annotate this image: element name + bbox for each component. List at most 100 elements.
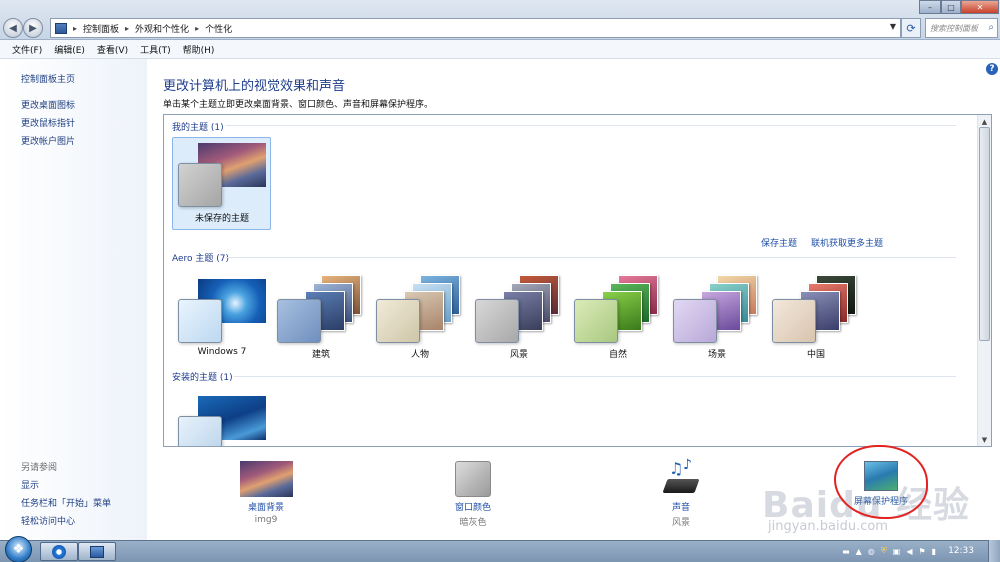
window-color-value: 暗灰色 <box>459 518 487 528</box>
theme-list-scrollbar[interactable]: ▲ ▼ <box>977 115 991 446</box>
keyboard-icon[interactable]: ▬ <box>842 547 850 556</box>
window-color-swatch <box>772 299 816 343</box>
search-input[interactable]: 搜索控制面板 ⌕ <box>925 18 998 38</box>
desktop-background-button[interactable]: 桌面背景 img9 <box>221 461 311 525</box>
window-color-swatch <box>673 299 717 343</box>
maximize-button[interactable]: □ <box>941 0 961 14</box>
window-color-swatch <box>277 299 321 343</box>
forward-button[interactable]: ▶ <box>23 18 43 38</box>
tray-app-icon[interactable]: ▣ <box>893 547 901 556</box>
close-button[interactable]: ✕ <box>961 0 999 14</box>
theme-name: 中国 <box>806 350 825 360</box>
sidebar-link-mouse-pointers[interactable]: 更改鼠标指针 <box>21 116 75 129</box>
window-color-label: 窗口颜色 <box>454 503 491 513</box>
menu-edit[interactable]: 编辑(E) <box>54 43 85 56</box>
theme-tile-scenes[interactable]: 场景 <box>669 275 765 365</box>
search-icon: ⌕ <box>988 22 994 33</box>
save-theme-link[interactable]: 保存主题 <box>761 236 797 249</box>
chevron-right-icon: ▸ <box>195 23 200 33</box>
sidebar-link-desktop-icons[interactable]: 更改桌面图标 <box>21 98 75 111</box>
theme-tile-characters[interactable]: 人物 <box>372 275 468 365</box>
refresh-button[interactable]: ⟳ <box>901 18 921 38</box>
volume-icon[interactable]: ◀ <box>906 547 912 556</box>
window-color-button[interactable]: 窗口颜色 暗灰色 <box>428 461 518 528</box>
window-color-swatch <box>178 416 222 446</box>
chevron-down-icon[interactable]: ▼ <box>978 433 991 446</box>
refresh-icon: ⟳ <box>906 21 916 35</box>
search-placeholder: 搜索控制面板 <box>930 23 978 33</box>
divider <box>226 257 956 258</box>
window-color-swatch <box>574 299 618 343</box>
help-icon[interactable]: ? <box>986 63 998 75</box>
theme-name: 建筑 <box>311 350 330 360</box>
group-header-aero-themes: Aero 主题 (7) <box>172 254 230 264</box>
arrow-right-icon: ▶ <box>29 22 37 34</box>
divider <box>234 376 956 377</box>
sounds-button[interactable]: ♫ ♪ 声音 风景 <box>636 457 726 528</box>
taskbar-ie-button[interactable] <box>40 542 78 561</box>
breadcrumb-control-panel[interactable]: 控制面板 <box>83 22 119 35</box>
window-color-swatch <box>178 163 222 207</box>
signal-bars-icon[interactable]: ▮ <box>932 547 936 556</box>
group-header-installed-themes: 安装的主题 (1) <box>172 373 233 383</box>
minimize-button[interactable]: – <box>919 0 941 14</box>
theme-tile-unsaved[interactable]: 未保存的主题 <box>174 139 270 229</box>
windows-logo-icon: ❖ <box>12 542 25 557</box>
theme-tile-windows7[interactable]: Windows 7 <box>174 275 270 365</box>
menu-file[interactable]: 文件(F) <box>12 43 42 56</box>
chevron-right-icon: ▸ <box>125 23 130 33</box>
sounds-label: 声音 <box>671 503 690 513</box>
theme-tile-landscapes[interactable]: 风景 <box>471 275 567 365</box>
left-pane: 控制面板主页 更改桌面图标 更改鼠标指针 更改帐户图片 另请参阅 显示 任务栏和… <box>0 59 147 540</box>
theme-name: 人物 <box>410 350 429 360</box>
see-also-ease-of-access[interactable]: 轻松访问中心 <box>21 514 75 527</box>
window-controls: – □ ✕ <box>919 0 999 14</box>
control-panel-icon <box>90 545 104 558</box>
arrow-left-icon: ◀ <box>9 22 17 34</box>
theme-tile-architecture[interactable]: 建筑 <box>273 275 369 365</box>
theme-list: 我的主题 (1) 未保存的主题 保存主题 联机获取更多主题 Aero 主题 (7… <box>163 114 992 447</box>
taskbar-control-panel-button[interactable] <box>78 542 116 561</box>
control-panel-icon <box>55 22 67 34</box>
chevron-right-icon: ▸ <box>73 23 78 33</box>
page-description: 单击某个主题立即更改桌面背景、窗口颜色、声音和屏幕保护程序。 <box>163 100 434 110</box>
theme-tile-nature[interactable]: 自然 <box>570 275 666 365</box>
theme-tile-installed[interactable] <box>174 392 270 446</box>
shield-icon[interactable]: ⛨ <box>881 546 887 556</box>
window-color-swatch <box>475 299 519 343</box>
breadcrumb-personalization[interactable]: 个性化 <box>205 22 232 35</box>
back-button[interactable]: ◀ <box>3 18 23 38</box>
action-center-flag-icon[interactable]: ⚑ <box>918 547 925 556</box>
menu-help[interactable]: 帮助(H) <box>183 43 215 56</box>
theme-tile-china[interactable]: 中国 <box>768 275 864 365</box>
window-color-swatch <box>178 299 222 343</box>
sidebar-link-home[interactable]: 控制面板主页 <box>21 72 75 85</box>
see-also-taskbar[interactable]: 任务栏和「开始」菜单 <box>21 496 111 509</box>
theme-name: Windows 7 <box>197 347 247 357</box>
theme-name: 场景 <box>707 350 726 360</box>
address-bar[interactable]: ▸ 控制面板 ▸ 外观和个性化 ▸ 个性化 ▼ <box>50 18 901 38</box>
group-header-my-themes: 我的主题 (1) <box>172 123 224 133</box>
theme-name: 风景 <box>509 350 528 360</box>
start-button[interactable]: ❖ <box>5 536 32 562</box>
sounds-value: 风景 <box>671 518 690 528</box>
theme-name: 自然 <box>608 350 627 360</box>
network-globe-icon[interactable]: ◍ <box>868 547 875 556</box>
menu-tools[interactable]: 工具(T) <box>140 43 171 56</box>
window-color-icon <box>455 461 491 497</box>
desktop-background-value: img9 <box>254 515 278 525</box>
chevron-up-icon[interactable]: ▲ <box>856 547 862 556</box>
scrollbar-thumb[interactable] <box>979 127 990 341</box>
get-more-themes-link[interactable]: 联机获取更多主题 <box>811 236 883 249</box>
see-also-heading: 另请参阅 <box>21 463 58 473</box>
divider <box>226 125 956 126</box>
clock[interactable]: 12:33 <box>948 546 974 556</box>
internet-explorer-icon <box>52 544 66 559</box>
menu-view[interactable]: 查看(V) <box>97 43 128 56</box>
theme-name: 未保存的主题 <box>194 214 249 224</box>
chevron-down-icon[interactable]: ▼ <box>890 22 896 31</box>
breadcrumb-appearance[interactable]: 外观和个性化 <box>135 22 189 35</box>
sidebar-link-account-picture[interactable]: 更改帐户图片 <box>21 134 75 147</box>
see-also-display[interactable]: 显示 <box>21 478 39 491</box>
desktop-background-icon <box>239 461 293 497</box>
